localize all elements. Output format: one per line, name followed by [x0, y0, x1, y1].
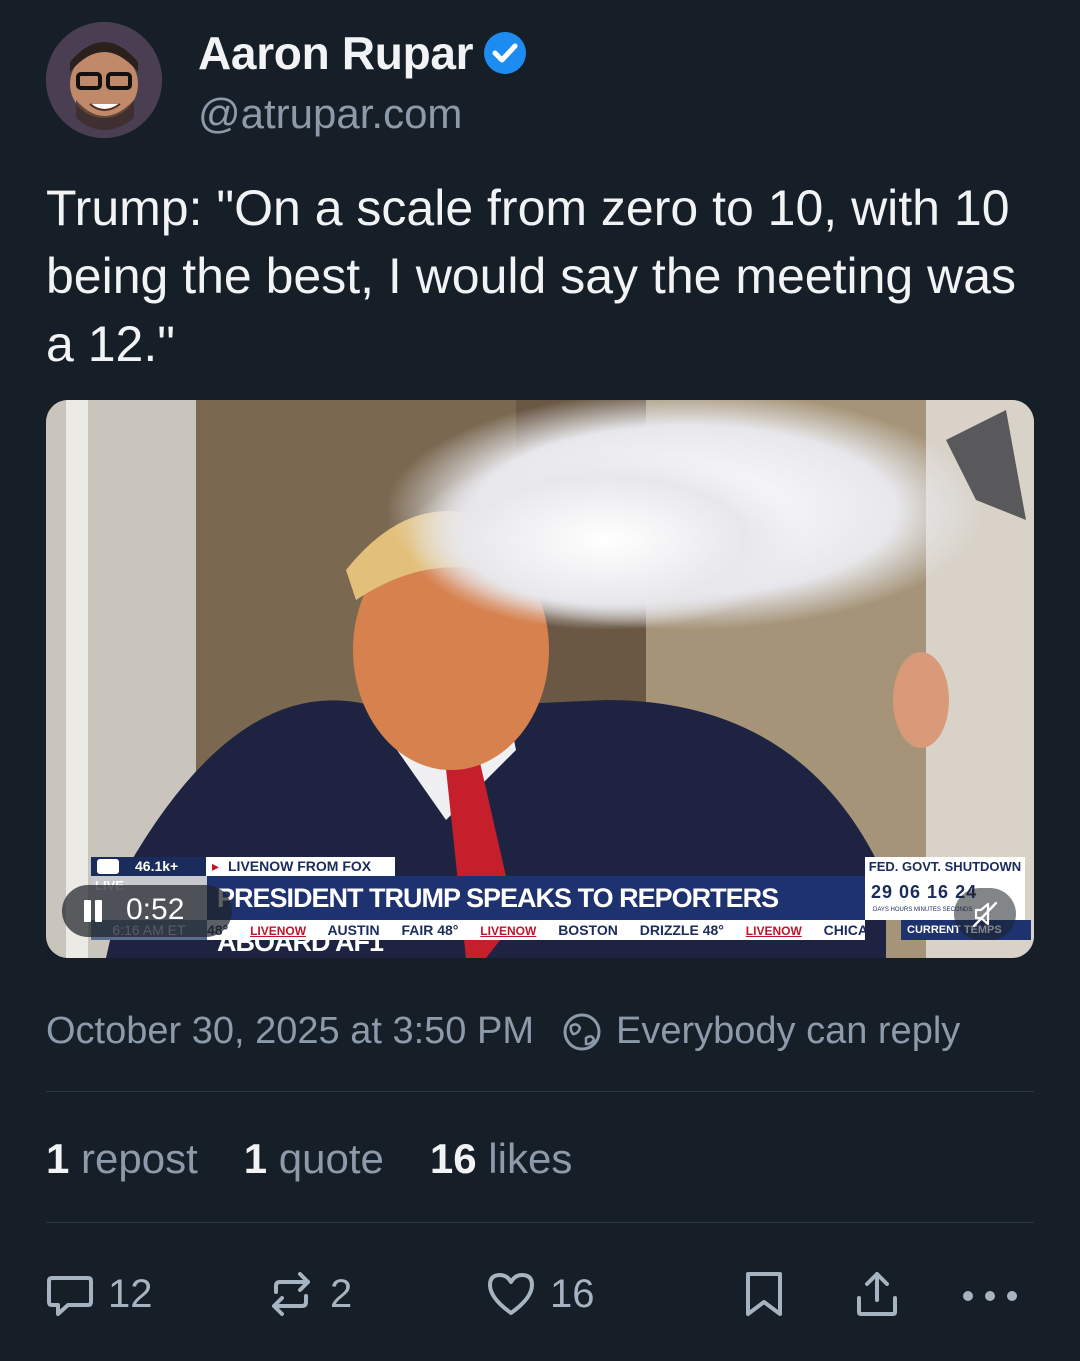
ticker-item: LIVENOW — [745, 924, 802, 938]
ticker-item: FAIR 48° — [401, 922, 459, 938]
author-block: Aaron Rupar @atrupar.com — [198, 26, 527, 138]
playback-control[interactable]: 0:52 — [62, 885, 232, 937]
ticker-item: BOSTON — [558, 922, 618, 938]
reply-count: 12 — [108, 1271, 153, 1316]
ticker-item: AUSTIN — [327, 922, 380, 938]
verified-badge-icon — [484, 32, 527, 74]
repost-button[interactable]: 2 — [264, 1262, 352, 1326]
divider — [46, 1091, 1034, 1092]
shutdown-label: FED. GOVT. SHUTDOWN — [865, 857, 1025, 876]
ticker-item: DRIZZLE 48° — [639, 922, 724, 938]
eye-icon — [97, 859, 119, 874]
speaker-muted-icon — [972, 901, 998, 928]
quotes-stat[interactable]: 1 quote — [244, 1135, 384, 1183]
avatar-image — [46, 22, 162, 138]
action-bar: 12 2 16 — [0, 1262, 1080, 1326]
like-button[interactable]: 16 — [484, 1262, 595, 1326]
ticker-item: LIVENOW — [480, 924, 537, 938]
video-player[interactable]: 46.1k+ LIVENOW FROM FOX LIVE 6:16 AM ET … — [46, 400, 1034, 958]
post-meta: October 30, 2025 at 3:50 PM Everybody ca… — [46, 1010, 960, 1053]
reply-button[interactable]: 12 — [44, 1262, 153, 1326]
avatar[interactable] — [46, 22, 162, 138]
post-text: Trump: "On a scale from zero to 10, with… — [46, 180, 1017, 372]
ticker-item: CHICA — [823, 922, 865, 938]
author-handle[interactable]: @atrupar.com — [198, 90, 527, 138]
reply-setting[interactable]: Everybody can reply — [616, 1010, 960, 1053]
reply-icon — [47, 1276, 93, 1316]
mute-button[interactable] — [954, 888, 1016, 940]
share-icon — [857, 1272, 897, 1316]
globe-icon — [563, 1013, 601, 1050]
like-count: 16 — [550, 1271, 595, 1316]
view-count: 46.1k+ — [135, 858, 179, 874]
author-name[interactable]: Aaron Rupar — [198, 26, 474, 80]
reposts-stat[interactable]: 1 repost — [46, 1135, 198, 1183]
bookmark-icon — [746, 1272, 782, 1316]
bookmark-button[interactable] — [740, 1262, 788, 1326]
video-duration: 0:52 — [126, 893, 185, 926]
divider — [46, 1222, 1034, 1223]
likes-stat[interactable]: 16 likes — [430, 1135, 572, 1183]
repost-count: 2 — [330, 1271, 353, 1316]
more-dots-icon — [963, 1291, 1017, 1301]
pause-icon[interactable] — [82, 900, 104, 922]
view-count-badge: 46.1k+ — [91, 857, 207, 876]
repost-icon — [272, 1272, 310, 1316]
heart-icon — [488, 1273, 534, 1315]
post-timestamp[interactable]: October 30, 2025 at 3:50 PM — [46, 1010, 534, 1053]
engagement-stats: 1 repost 1 quote 16 likes — [46, 1135, 618, 1183]
chyron-source: LIVENOW FROM FOX — [206, 857, 396, 876]
chyron-ticker: 48° LIVENOW AUSTIN FAIR 48° LIVENOW BOST… — [207, 920, 865, 940]
chyron-headline: PRESIDENT TRUMP SPEAKS TO REPORTERS ABOA… — [207, 876, 875, 957]
share-button[interactable] — [852, 1262, 902, 1326]
ticker-item: LIVENOW — [250, 924, 307, 938]
more-options-button[interactable] — [958, 1262, 1022, 1326]
